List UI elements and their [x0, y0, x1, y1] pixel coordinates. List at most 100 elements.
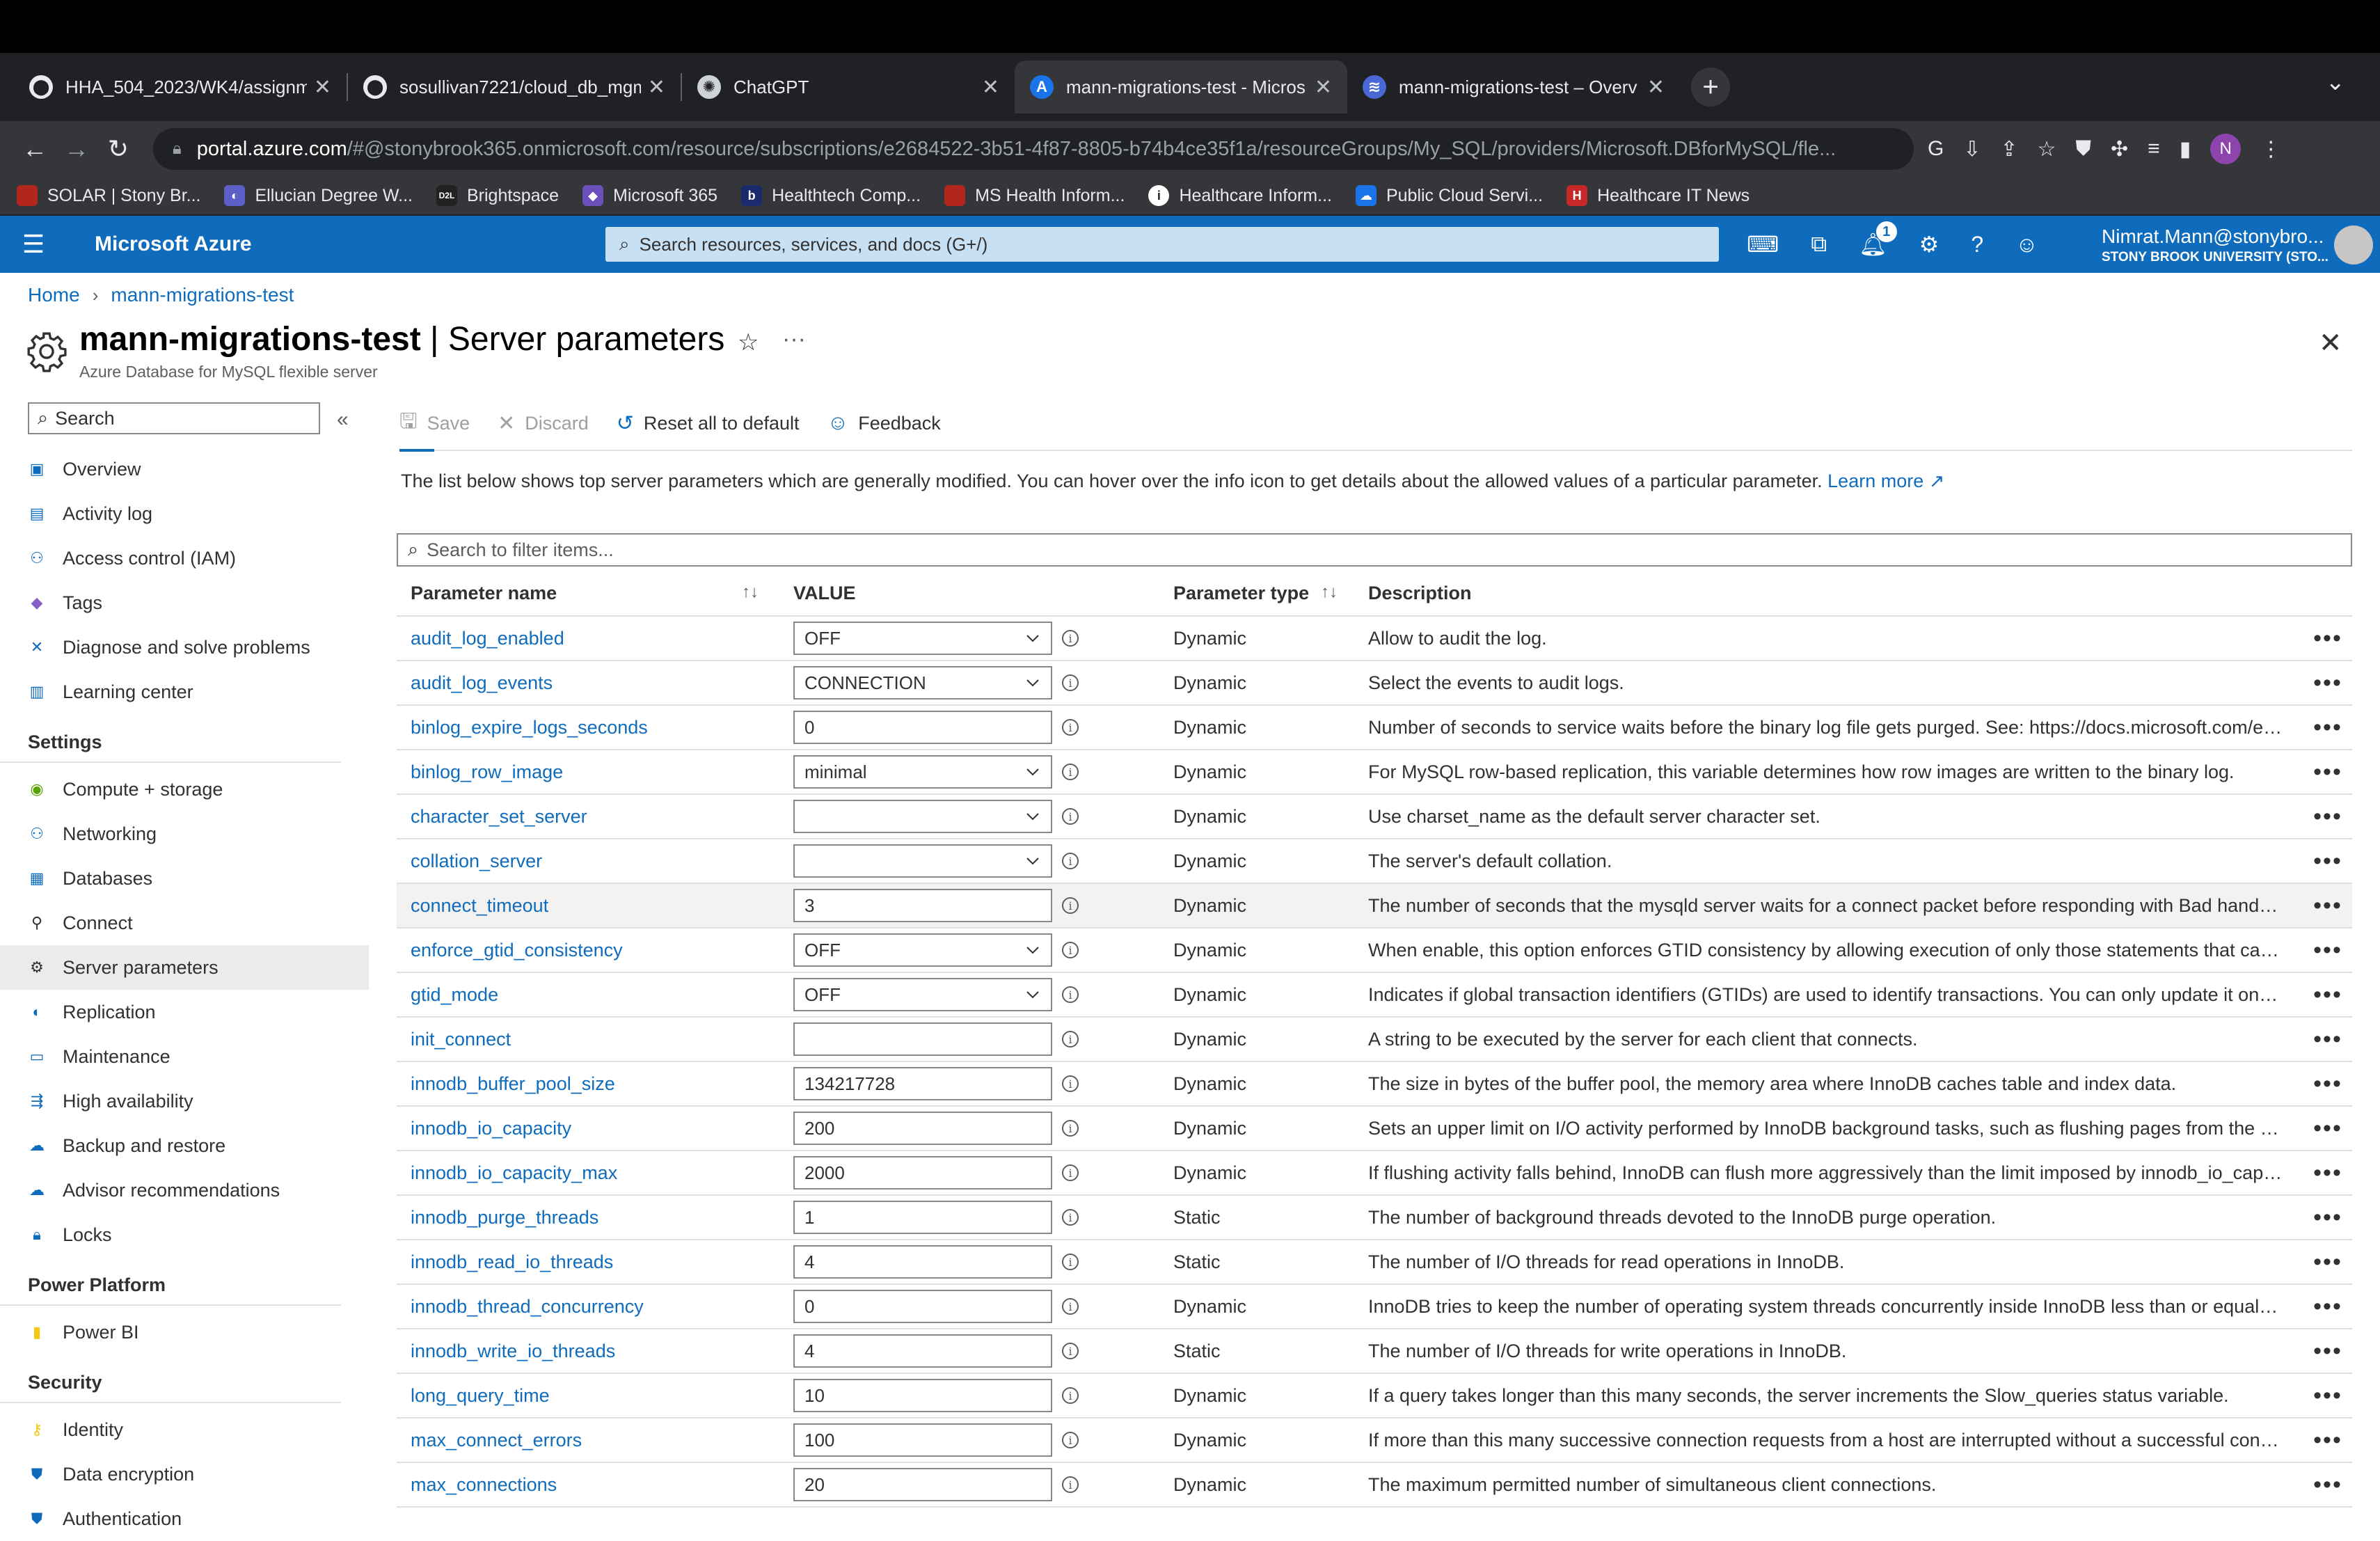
value-input[interactable]: 20 [793, 1468, 1052, 1501]
azure-brand[interactable]: Microsoft Azure [67, 232, 582, 256]
info-icon[interactable]: i [1062, 1432, 1079, 1448]
tab-close-icon[interactable]: ✕ [648, 75, 665, 100]
new-tab-button[interactable]: + [1691, 68, 1730, 106]
value-input[interactable]: 2000 [793, 1156, 1052, 1190]
menu-item[interactable]: ▮ Power BI [0, 1310, 369, 1354]
value-input[interactable]: 4 [793, 1245, 1052, 1279]
profile-avatar[interactable]: N [2210, 134, 2242, 164]
menu-search-input[interactable]: ⌕ Search [28, 402, 320, 434]
discard-button[interactable]: ✕ Discard [498, 411, 589, 436]
row-more-icon[interactable]: ••• [2303, 759, 2352, 786]
row-more-icon[interactable]: ••• [2303, 625, 2352, 652]
save-button[interactable]: 🖫︎ Save [399, 406, 470, 441]
info-icon[interactable]: i [1062, 674, 1079, 691]
row-more-icon[interactable]: ••• [2303, 714, 2352, 741]
browser-tab[interactable]: Amann-migrations-test - Micros ✕ [1015, 61, 1347, 113]
row-more-icon[interactable]: ••• [2303, 1026, 2352, 1053]
feedback-person-icon[interactable]: ☺ [2015, 232, 2038, 258]
value-dropdown[interactable] [793, 844, 1052, 878]
menu-item[interactable]: ⚙ Server parameters [0, 945, 369, 990]
info-icon[interactable]: i [1062, 1164, 1079, 1181]
side-panel-icon[interactable]: ▮ [2180, 137, 2191, 161]
menu-item[interactable]: ◉ Compute + storage [0, 767, 369, 812]
parameter-name-link[interactable]: long_query_time [411, 1385, 550, 1406]
value-input[interactable]: 200 [793, 1112, 1052, 1145]
row-more-icon[interactable]: ••• [2303, 892, 2352, 919]
parameter-name-link[interactable]: connect_timeout [411, 895, 548, 916]
browser-menu-icon[interactable]: ⋮ [2260, 137, 2281, 161]
back-arrow-icon[interactable]: ← [14, 134, 56, 164]
menu-item[interactable]: ⚇ Networking [0, 812, 369, 856]
browser-tab[interactable]: ✺ ChatGPT ✕ [682, 61, 1015, 113]
info-icon[interactable]: i [1062, 1120, 1079, 1137]
reload-icon[interactable]: ↻ [97, 134, 139, 164]
row-more-icon[interactable]: ••• [2303, 1160, 2352, 1187]
value-input[interactable]: 100 [793, 1423, 1052, 1457]
user-avatar[interactable] [2334, 226, 2373, 264]
menu-item[interactable]: ⚲ Connect [0, 901, 369, 945]
parameter-name-link[interactable]: audit_log_events [411, 672, 553, 693]
bookmark-item[interactable]: D2L Brightspace [436, 185, 559, 206]
favorite-star-icon[interactable]: ☆ [738, 329, 759, 356]
tab-close-icon[interactable]: ✕ [1647, 75, 1665, 100]
parameter-name-link[interactable]: innodb_write_io_threads [411, 1341, 615, 1361]
shield-extension-icon[interactable]: ⛊ [2076, 137, 2092, 161]
parameter-name-link[interactable]: collation_server [411, 851, 542, 871]
row-more-icon[interactable]: ••• [2303, 937, 2352, 964]
address-bar[interactable]: 🔒︎ portal.azure.com/#@stonybrook365.onmi… [153, 128, 1914, 170]
help-icon[interactable]: ? [1971, 232, 1983, 258]
info-icon[interactable]: i [1062, 808, 1079, 825]
bookmark-item[interactable]: MS Health Inform... [944, 185, 1125, 206]
bookmark-item[interactable]: i Healthcare Inform... [1148, 185, 1332, 206]
google-lens-icon[interactable]: G [1928, 137, 1944, 161]
info-icon[interactable]: i [1062, 1298, 1079, 1315]
row-more-icon[interactable]: ••• [2303, 1427, 2352, 1454]
account-info[interactable]: Nimrat.Mann@stonybro... STONY BROOK UNIV… [2102, 227, 2329, 264]
breadcrumb-resource[interactable]: mann-migrations-test [111, 284, 294, 306]
info-icon[interactable]: i [1062, 942, 1079, 958]
info-icon[interactable]: i [1062, 1031, 1079, 1048]
row-more-icon[interactable]: ••• [2303, 1115, 2352, 1142]
menu-item[interactable]: ☁ Backup and restore [0, 1123, 369, 1168]
value-input[interactable]: 1 [793, 1201, 1052, 1234]
parameter-name-link[interactable]: max_connections [411, 1474, 557, 1495]
browser-tab[interactable]: ⬤ sosullivan7221/cloud_db_mgm ✕ [348, 61, 681, 113]
feedback-button[interactable]: ☺ Feedback [827, 411, 941, 435]
row-more-icon[interactable]: ••• [2303, 848, 2352, 875]
info-icon[interactable]: i [1062, 1209, 1079, 1226]
info-icon[interactable]: i [1062, 1075, 1079, 1092]
value-input[interactable]: 10 [793, 1379, 1052, 1412]
parameter-name-link[interactable]: innodb_io_capacity [411, 1118, 571, 1139]
row-more-icon[interactable]: ••• [2303, 1204, 2352, 1231]
menu-item[interactable]: ☁ Advisor recommendations [0, 1168, 369, 1212]
row-more-icon[interactable]: ••• [2303, 1471, 2352, 1499]
extensions-puzzle-icon[interactable]: ✣ [2111, 137, 2128, 161]
value-dropdown[interactable]: OFF [793, 933, 1052, 967]
parameter-name-link[interactable]: init_connect [411, 1029, 511, 1050]
info-icon[interactable]: i [1062, 1254, 1079, 1270]
info-icon[interactable]: i [1062, 630, 1079, 647]
menu-item[interactable]: ◐ Replication [0, 990, 369, 1034]
row-more-icon[interactable]: ••• [2303, 1382, 2352, 1409]
bookmark-item[interactable]: H Healthcare IT News [1566, 185, 1750, 206]
menu-item[interactable]: ⚷ Identity [0, 1407, 369, 1452]
menu-item[interactable]: ⛊ Authentication [0, 1496, 369, 1541]
tab-search-chevron-icon[interactable]: ⌄ [2326, 68, 2346, 96]
parameter-name-link[interactable]: max_connect_errors [411, 1430, 582, 1451]
browser-tab[interactable]: ⬤ HHA_504_2023/WK4/assignm ✕ [14, 61, 347, 113]
collapse-menu-icon[interactable]: « [337, 408, 349, 432]
menu-item[interactable]: ▤ Activity log [0, 491, 369, 536]
menu-item[interactable]: ▦ Databases [0, 856, 369, 901]
sort-arrows-icon[interactable]: ↑↓ [1321, 583, 1338, 602]
value-dropdown[interactable]: minimal [793, 755, 1052, 789]
parameter-name-link[interactable]: innodb_read_io_threads [411, 1251, 613, 1272]
menu-item[interactable]: 🔒︎ Locks [0, 1212, 369, 1257]
parameter-name-link[interactable]: binlog_row_image [411, 761, 563, 782]
reset-all-button[interactable]: ↺ Reset all to default [617, 411, 800, 436]
menu-item[interactable]: ⚇ Access control (IAM) [0, 536, 369, 580]
global-search-input[interactable]: ⌕ Search resources, services, and docs (… [605, 227, 1719, 262]
value-input[interactable] [793, 1022, 1052, 1056]
tab-close-icon[interactable]: ✕ [982, 75, 999, 100]
bookmark-item[interactable]: ◐ Ellucian Degree W... [224, 185, 413, 206]
parameter-name-link[interactable]: innodb_io_capacity_max [411, 1162, 617, 1183]
